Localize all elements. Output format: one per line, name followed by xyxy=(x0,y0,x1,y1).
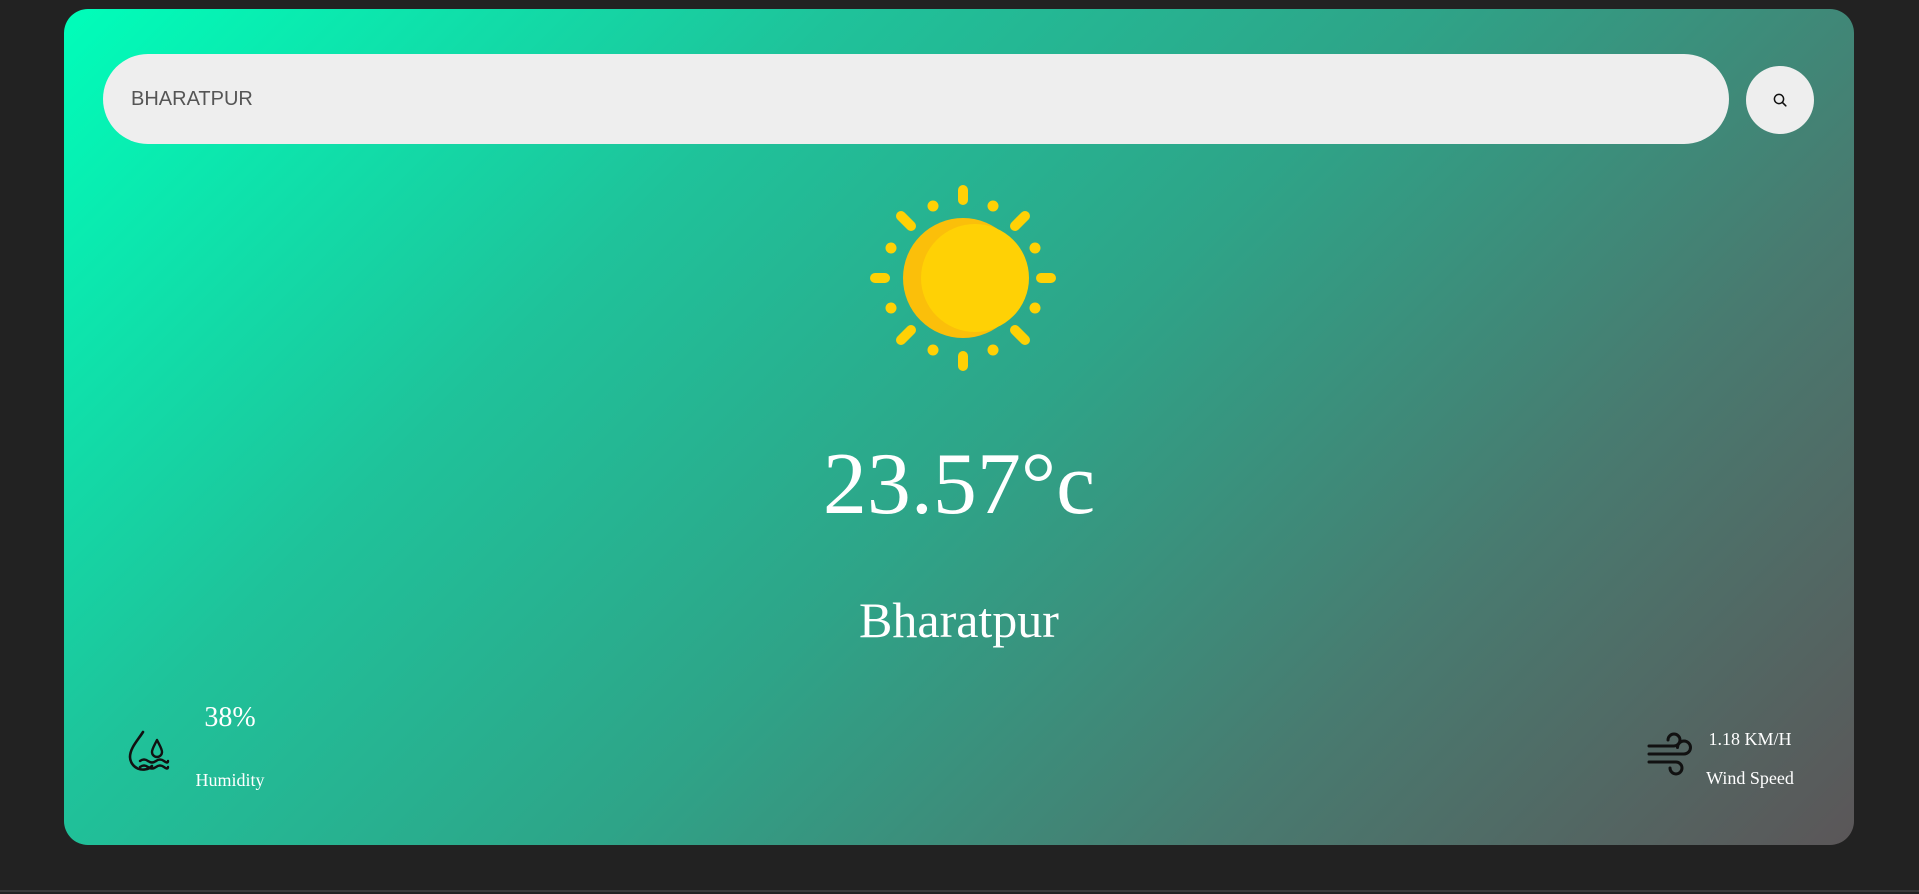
humidity-label: Humidity xyxy=(195,770,265,790)
city-name: Bharatpur xyxy=(859,592,1059,648)
search-icon xyxy=(1773,93,1787,107)
wind-speed-value: 1.18 KM/H xyxy=(1708,729,1792,749)
sun-icon xyxy=(870,185,1056,371)
humidity-value: 38% xyxy=(204,702,256,733)
bottom-divider xyxy=(0,890,1919,892)
search-button[interactable] xyxy=(1746,66,1814,134)
weather-card: 23.57°c Bharatpur 38% Humidity 1.18 KM/H… xyxy=(64,9,1854,845)
humidity-icon xyxy=(128,730,170,771)
temperature-value: 23.57°c xyxy=(822,436,1096,533)
wind-speed-label: Wind Speed xyxy=(1706,768,1794,788)
search-input[interactable] xyxy=(103,54,1729,144)
